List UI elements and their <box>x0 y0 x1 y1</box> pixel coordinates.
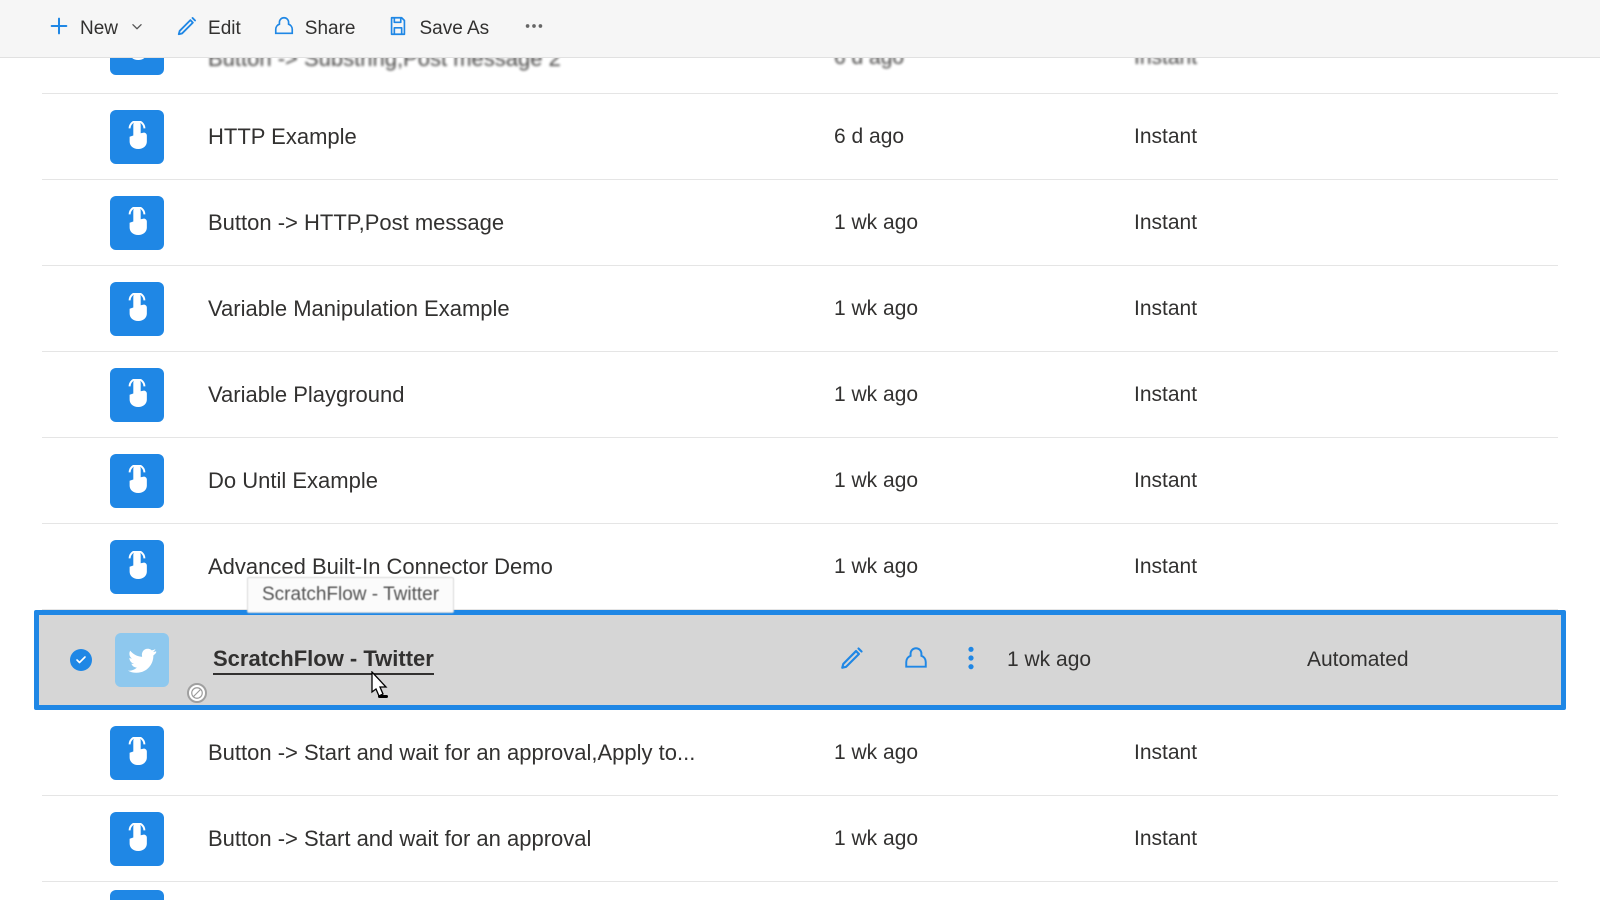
flow-row[interactable]: HTTP Example 6 d agoInstant <box>42 94 1558 180</box>
flow-row[interactable]: Button -> HTTP,Post message 1 wk agoInst… <box>42 180 1558 266</box>
flow-name-cell: ScratchFlow - Twitter <box>169 646 839 675</box>
type-cell: Instant <box>1134 58 1558 70</box>
flow-name-link[interactable]: ScratchFlow - Twitter <box>213 646 434 675</box>
modified-cell: 1 wk ago <box>834 469 1134 493</box>
row-actions <box>839 645 975 676</box>
pencil-icon <box>176 15 198 43</box>
modified-cell: 1 wk ago <box>834 297 1134 321</box>
flow-name-link[interactable]: Button -> Start and wait for an approval <box>208 826 591 852</box>
manual-trigger-icon <box>110 540 164 594</box>
new-label: New <box>80 18 118 40</box>
flow-list: Button -> Substring,Post message 2 6 d a… <box>42 58 1558 882</box>
edit-label: Edit <box>208 18 241 40</box>
selection-toggle[interactable] <box>47 649 115 671</box>
type-cell: Instant <box>1134 125 1558 149</box>
type-cell: Instant <box>1134 383 1558 407</box>
edit-button[interactable]: Edit <box>176 15 241 43</box>
flow-name-cell: Advanced Built-In Connector Demo <box>164 554 834 580</box>
selected-radio-icon <box>70 649 92 671</box>
ellipsis-icon <box>521 15 547 43</box>
modified-cell: 6 d ago <box>834 58 1134 70</box>
share-label: Share <box>305 18 356 40</box>
manual-trigger-icon <box>110 454 164 508</box>
new-button[interactable]: New <box>48 15 144 43</box>
manual-trigger-icon <box>110 282 164 336</box>
flow-row[interactable]: Do Until Example 1 wk agoInstant <box>42 438 1558 524</box>
save-as-icon <box>387 15 409 43</box>
share-button[interactable]: Share <box>273 15 356 43</box>
flow-name-cell: Button -> Start and wait for an approval… <box>164 740 834 766</box>
manual-trigger-icon <box>110 368 164 422</box>
flow-row[interactable]: Button -> Start and wait for an approval… <box>42 796 1558 882</box>
command-bar: New Edit Share Save As <box>0 0 1600 58</box>
flow-row[interactable]: Button -> Start and wait for an approval… <box>42 710 1558 796</box>
save-as-label: Save As <box>419 18 489 40</box>
flow-disabled-icon <box>187 683 207 703</box>
flow-name-cell: Button -> Start and wait for an approval <box>164 826 834 852</box>
type-cell: Automated <box>1307 648 1553 672</box>
manual-trigger-icon <box>110 196 164 250</box>
type-cell: Instant <box>1134 211 1558 235</box>
flow-row[interactable]: Variable Manipulation Example 1 wk agoIn… <box>42 266 1558 352</box>
type-cell: Instant <box>1134 555 1558 579</box>
flow-name-link[interactable]: Do Until Example <box>208 468 378 494</box>
type-cell: Instant <box>1134 469 1558 493</box>
modified-cell: 1 wk ago <box>834 211 1134 235</box>
modified-cell: 1 wk ago <box>834 555 1134 579</box>
share-row-button[interactable] <box>903 645 929 676</box>
twitter-icon <box>115 633 169 687</box>
flow-name-tooltip: ScratchFlow - Twitter <box>247 577 454 613</box>
plus-icon <box>48 15 70 43</box>
flow-name-link[interactable]: Variable Manipulation Example <box>208 296 510 322</box>
modified-cell: 1 wk ago <box>834 827 1134 851</box>
flow-row[interactable]: Button -> Substring,Post message 2 6 d a… <box>42 58 1558 94</box>
flow-name-link[interactable]: HTTP Example <box>208 124 357 150</box>
manual-trigger-icon <box>110 726 164 780</box>
flow-list-container: Button -> Substring,Post message 2 6 d a… <box>0 58 1600 900</box>
type-cell: Instant <box>1134 741 1558 765</box>
flow-name-link[interactable]: Button -> Substring,Post message 2 <box>208 58 561 72</box>
modified-cell: 1 wk ago <box>834 383 1134 407</box>
manual-trigger-icon <box>110 58 164 75</box>
manual-trigger-icon <box>110 110 164 164</box>
save-as-button[interactable]: Save As <box>387 15 489 43</box>
flow-name-cell: Variable Manipulation Example <box>164 296 834 322</box>
flow-name-cell: Button -> HTTP,Post message <box>164 210 834 236</box>
modified-cell: 6 d ago <box>834 125 1134 149</box>
flow-name-cell: HTTP Example <box>164 124 834 150</box>
modified-cell: 1 wk ago <box>834 741 1134 765</box>
flow-icon <box>110 890 164 900</box>
flow-name-link[interactable]: Button -> Start and wait for an approval… <box>208 740 695 766</box>
flow-name-cell: Do Until Example <box>164 468 834 494</box>
flow-name-link[interactable]: Button -> HTTP,Post message <box>208 210 504 236</box>
flow-name-cell: Button -> Substring,Post message 2 <box>164 58 834 72</box>
type-cell: Instant <box>1134 827 1558 851</box>
flow-name-link[interactable]: Advanced Built-In Connector Demo <box>208 554 553 580</box>
modified-cell: 1 wk ago <box>1007 648 1307 672</box>
edit-row-button[interactable] <box>839 645 865 676</box>
flow-name-link[interactable]: Variable Playground <box>208 382 405 408</box>
flow-row[interactable]: ScratchFlow - Twitter 1 wk agoAutomatedS… <box>34 610 1566 710</box>
chevron-down-icon <box>128 18 144 40</box>
flow-name-cell: Variable Playground <box>164 382 834 408</box>
share-icon <box>273 15 295 43</box>
manual-trigger-icon <box>110 812 164 866</box>
flow-row[interactable]: Variable Playground 1 wk agoInstant <box>42 352 1558 438</box>
type-cell: Instant <box>1134 297 1558 321</box>
mouse-cursor-icon <box>369 671 391 701</box>
row-more-button[interactable] <box>967 645 975 676</box>
more-commands-button[interactable] <box>521 15 547 43</box>
